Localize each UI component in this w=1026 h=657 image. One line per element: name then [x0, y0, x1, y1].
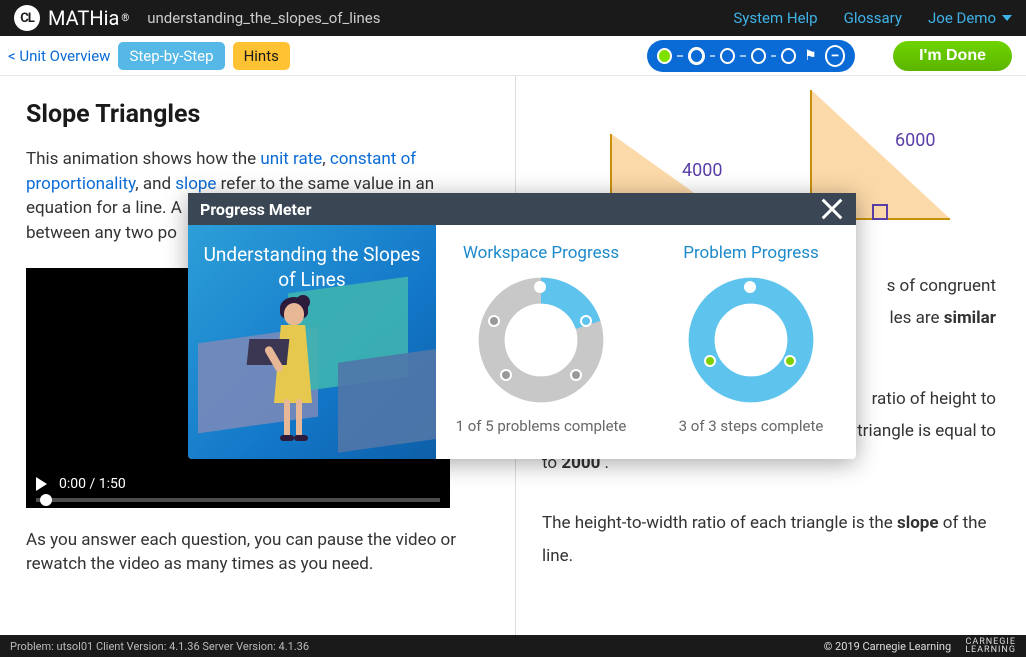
carnegie-logo-icon: CARNEGIELEARNING	[965, 638, 1016, 654]
progress-pill[interactable]: ⚑ −	[647, 40, 855, 72]
user-name: Joe Demo	[928, 9, 996, 27]
workspace-progress: Workspace Progress 1 of 5 problems compl…	[436, 225, 646, 459]
progress-dot-icon	[688, 47, 705, 65]
progress-dot-icon	[751, 48, 766, 64]
close-button[interactable]	[818, 195, 846, 223]
brand: MATHia®	[48, 6, 129, 30]
hints-button[interactable]: Hints	[233, 42, 290, 70]
modal-header: Progress Meter	[188, 193, 856, 225]
topbar: CL MATHia® understanding_the_slopes_of_l…	[0, 0, 1026, 36]
topic-name: understanding_the_slopes_of_lines	[147, 9, 380, 27]
instruction-text: As you answer each question, you can pau…	[26, 528, 466, 577]
footer: Problem: utsol01 Client Version: 4.1.36 …	[0, 635, 1026, 657]
progress-dot-icon	[657, 48, 672, 64]
problem-progress: Problem Progress 3 of 3 steps complete	[646, 225, 856, 459]
page-title: Slope Triangles	[26, 100, 489, 129]
toolbar: < Unit Overview Step-by-Step Hints ⚑ − I…	[0, 36, 1026, 76]
glossary-link[interactable]: Glossary	[844, 9, 902, 27]
triangle-label: 6000	[895, 130, 935, 151]
logo-icon: CL	[14, 5, 40, 31]
im-done-button[interactable]: I'm Done	[893, 41, 1012, 71]
chevron-down-icon	[1002, 15, 1012, 21]
right-angle-icon	[872, 204, 888, 220]
workspace-progress-sub: 1 of 5 problems complete	[446, 417, 636, 435]
version-info: Problem: utsol01 Client Version: 4.1.36 …	[10, 640, 309, 653]
slope-link[interactable]: slope	[175, 174, 216, 194]
modal-illustration: Understanding the Slopes of Lines	[188, 225, 436, 459]
unit-overview-link[interactable]: < Unit Overview	[8, 47, 110, 65]
workspace-progress-ring	[476, 275, 606, 405]
user-menu[interactable]: Joe Demo	[928, 9, 1012, 27]
flag-icon: ⚑	[804, 48, 817, 64]
close-icon	[818, 195, 846, 223]
play-icon[interactable]	[36, 477, 47, 491]
progress-dot-icon	[781, 48, 796, 64]
collapse-icon[interactable]: −	[825, 45, 845, 67]
video-controls: 0:00 / 1:50	[26, 462, 450, 508]
progress-meter-modal: Progress Meter Understanding the Slopes …	[188, 193, 856, 459]
copyright: © 2019 Carnegie Learning	[824, 640, 952, 653]
person-icon	[274, 325, 312, 403]
scrubber-thumb-icon[interactable]	[40, 494, 52, 506]
workspace-progress-title: Workspace Progress	[446, 243, 636, 263]
system-help-link[interactable]: System Help	[733, 9, 817, 27]
problem-progress-sub: 3 of 3 steps complete	[656, 417, 846, 435]
step-by-step-button[interactable]: Step-by-Step	[118, 42, 224, 70]
problem-progress-ring	[686, 275, 816, 405]
video-scrubber[interactable]	[36, 498, 440, 502]
progress-dot-icon	[720, 48, 735, 64]
triangle-label: 4000	[682, 160, 722, 181]
problem-progress-title: Problem Progress	[656, 243, 846, 263]
unit-rate-link[interactable]: unit rate	[260, 149, 322, 169]
video-time: 0:00 / 1:50	[59, 476, 126, 492]
